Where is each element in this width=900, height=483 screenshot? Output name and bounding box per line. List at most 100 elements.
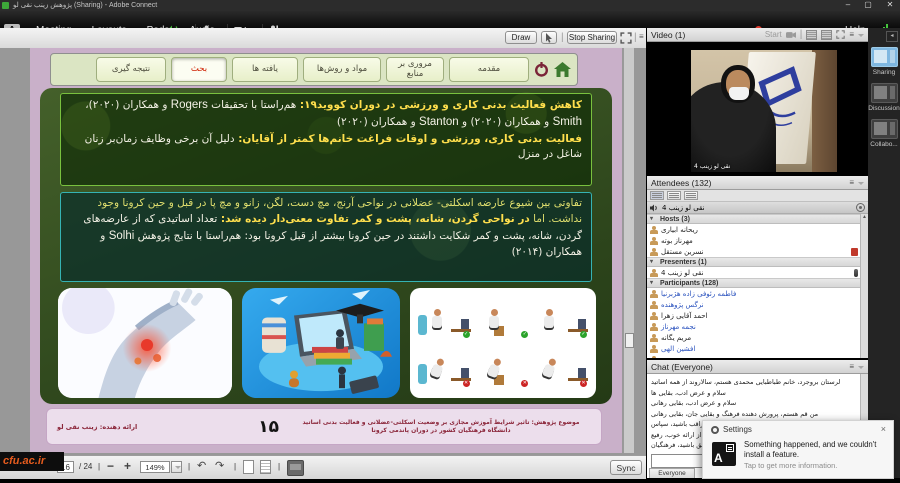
posture-figure — [474, 291, 533, 340]
layout-item[interactable]: Sharing — [868, 47, 900, 76]
person-shape — [542, 309, 556, 333]
slide-nav-button[interactable]: مواد و روش‌ها — [303, 57, 381, 82]
stop-sharing-button[interactable]: Stop Sharing — [567, 31, 617, 44]
person-shape — [487, 309, 501, 333]
text-paragraph: تفاوتی بین شیوع عارضه اسکلتی- عضلانی در … — [70, 196, 582, 261]
posture-status-icon — [521, 331, 528, 338]
attendee-row[interactable]: نجمه مهرناز — [647, 321, 861, 332]
attendees-pod-menu-button[interactable]: ≡ — [849, 178, 864, 188]
close-button[interactable]: ✕ — [882, 0, 898, 11]
home-icon[interactable] — [554, 62, 571, 77]
xray-illustration — [58, 288, 232, 398]
layout-label: Sharing — [868, 69, 900, 76]
attendee-row[interactable]: نرگس پژوهنده — [647, 299, 861, 310]
app-icon — [2, 2, 9, 9]
maximize-button[interactable]: ▢ — [860, 0, 876, 11]
video-fullscreen-icon[interactable] — [836, 30, 845, 39]
attendee-row[interactable]: ریحانه ابیاری — [647, 224, 861, 235]
rotate-right-button[interactable]: ↷ — [215, 459, 224, 472]
background-door — [812, 50, 837, 172]
layout-item[interactable]: Collabo... — [868, 119, 900, 148]
pdf-scrollbar[interactable] — [623, 48, 634, 453]
windows-notification-toast[interactable]: Settings × A Something happened, and we … — [702, 420, 894, 479]
zoom-out-button[interactable]: − — [107, 459, 114, 473]
chair-shape — [418, 364, 427, 384]
filmstrip-view-icon[interactable] — [806, 30, 817, 40]
attendee-avatar — [650, 248, 658, 256]
rotate-left-button[interactable]: ↶ — [197, 459, 206, 472]
attendee-row[interactable]: فاطمه رئوفی زاده هژبرنیا — [647, 288, 861, 299]
layout-label: Discussion — [868, 105, 900, 112]
zoom-dropdown-button[interactable] — [171, 461, 182, 473]
wrist-xray-image — [58, 288, 232, 398]
power-icon[interactable] — [534, 62, 549, 77]
attendee-name: افشین الهی — [661, 345, 695, 353]
attendee-row[interactable]: احمد آقایی زهرا — [647, 310, 861, 321]
attendee-name: مهرناز بوته — [661, 237, 693, 245]
attendee-row[interactable]: نیره مهدوی — [647, 354, 861, 358]
chat-message: سلام و عرض ادب، بقایی ها — [651, 388, 857, 399]
fit-width-button[interactable] — [260, 460, 271, 474]
pdf-scrollbar-thumb[interactable] — [625, 333, 634, 348]
slide-text-block-2: تفاوتی بین شیوع عارضه اسکلتی- عضلانی در … — [60, 192, 592, 282]
toolbar-divider: | — [800, 28, 803, 41]
start-webcam-button[interactable]: Start — [765, 30, 782, 39]
slide-number: ۱۵ — [258, 417, 279, 437]
layout-item[interactable]: Discussion — [868, 83, 900, 112]
attendee-row[interactable]: نقی لو زینب 4 — [647, 267, 861, 278]
presentation-mode-button[interactable] — [287, 460, 304, 476]
zoom-level-input[interactable]: 149% — [140, 461, 170, 473]
fit-page-button[interactable] — [243, 460, 254, 474]
text-segment: و همکاران (۲۰۲۰)، — [85, 99, 171, 111]
toast-app-name: Settings — [723, 425, 752, 434]
layout-thumbnail-icon[interactable] — [871, 47, 898, 67]
list-view-button[interactable] — [650, 191, 664, 200]
toast-close-icon[interactable]: × — [881, 424, 886, 434]
hosts-list: ریحانه ابیاری مهرناز بوته نسرین مستقل — [647, 224, 861, 257]
sort-attendees-button[interactable] — [684, 191, 698, 200]
slide-nav-button[interactable]: مروری بر منابع — [386, 57, 444, 82]
posture-status-icon — [580, 380, 587, 387]
participants-section-header[interactable]: Participants (128) — [647, 278, 861, 288]
person-shape — [430, 309, 444, 333]
attendee-name: فاطمه رئوفی زاده هژبرنیا — [661, 290, 736, 298]
video-pod-menu-button[interactable]: ≡ — [849, 30, 864, 40]
attendee-row[interactable]: مهرناز بوته — [647, 235, 861, 246]
text-segment: Stanton — [419, 116, 459, 128]
attendee-row[interactable]: مریم یگانه — [647, 332, 861, 343]
sync-button[interactable]: Sync — [610, 460, 642, 475]
grid-view-icon[interactable] — [821, 30, 832, 40]
menu-bar: A MeetingLayoutsPodsAudio Help — [0, 11, 900, 29]
posture-status-icon — [580, 331, 587, 338]
breakout-view-button[interactable] — [667, 191, 681, 200]
thesis-topic: موضوع پژوهش: تاثیر شرایط آموزش مجازی بر … — [291, 419, 591, 435]
webcam-icon — [786, 31, 796, 39]
layout-thumbnail-icon[interactable] — [871, 83, 898, 103]
posture-status-icon — [463, 380, 470, 387]
chat-pod-title: Chat (Everyone) — [651, 362, 713, 372]
slide-body: کاهش فعالیت بدنی کاری و ورزشی در دوران ک… — [40, 88, 612, 404]
attendee-row[interactable]: افشین الهی — [647, 343, 861, 354]
slide-nav-button[interactable]: مقدمه — [449, 57, 529, 82]
fullscreen-button[interactable] — [620, 31, 632, 49]
attendees-scrollbar[interactable]: ▲ — [860, 214, 868, 358]
slide-nav-button[interactable]: یافته ها — [232, 57, 298, 82]
minimize-button[interactable]: – — [840, 0, 856, 11]
share-pod-menu-button[interactable]: ≡ — [639, 32, 644, 41]
webcam-name-label: نقی لو زینب 4 — [694, 163, 730, 170]
layout-thumbnail-icon[interactable] — [871, 119, 898, 139]
attendees-pod-header: Attendees (132) ≡ — [647, 176, 868, 190]
slide-nav-button[interactable]: بحث — [171, 57, 227, 82]
slide-nav-button[interactable]: نتیجه گیری — [96, 57, 166, 82]
pointer-button[interactable] — [541, 31, 557, 44]
chat-tab-everyone[interactable]: Everyone — [649, 468, 695, 478]
chat-pod-menu-button[interactable]: ≡ — [849, 362, 864, 372]
attendee-row[interactable]: نسرین مستقل — [647, 246, 861, 257]
presenters-section-header[interactable]: Presenters (1) — [647, 257, 861, 267]
toolbar-divider: | — [561, 31, 564, 44]
attendee-avatar — [650, 237, 658, 245]
video-pod-title: Video (1) — [651, 30, 685, 40]
zoom-in-button[interactable]: + — [124, 459, 131, 473]
hosts-section-header[interactable]: Hosts (3) — [647, 214, 861, 224]
draw-button[interactable]: Draw — [505, 31, 537, 44]
